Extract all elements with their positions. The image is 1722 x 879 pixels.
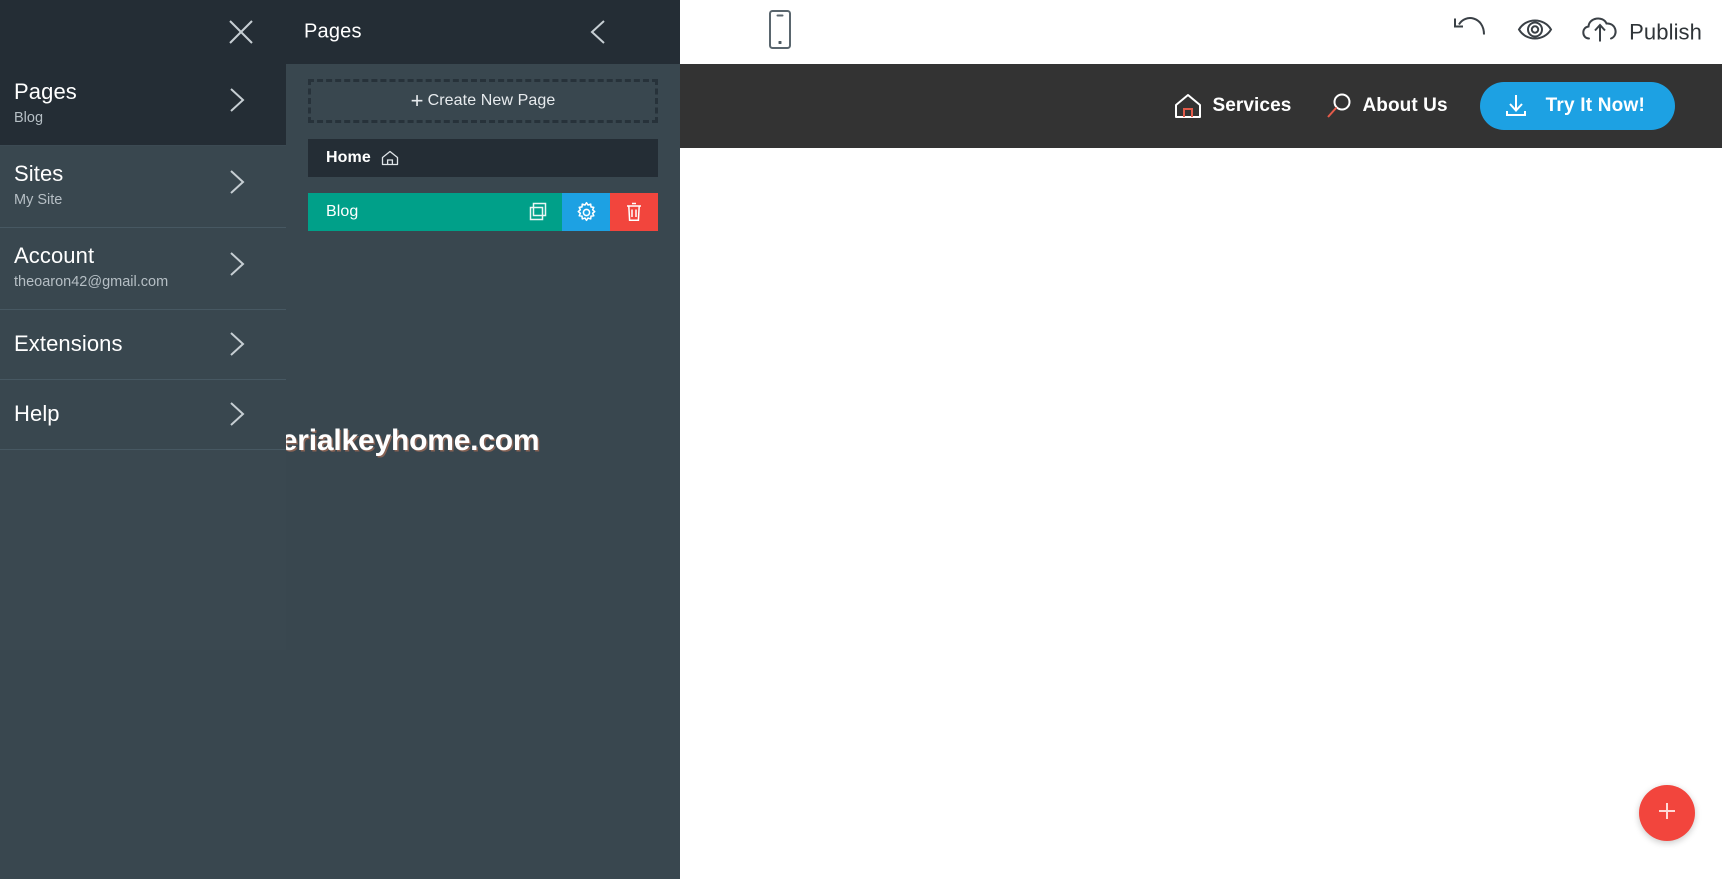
page-settings-button[interactable] xyxy=(562,193,610,231)
home-icon xyxy=(381,150,399,166)
undo-button[interactable] xyxy=(1453,15,1491,50)
cloud-upload-icon xyxy=(1579,14,1623,51)
create-new-page-button[interactable]: + Create New Page xyxy=(308,79,658,123)
eye-icon xyxy=(1515,15,1555,50)
site-builder-app: Pages Blog Sites My Site Account theoaro… xyxy=(0,0,1722,879)
pages-panel-header: Pages xyxy=(286,0,680,64)
duplicate-page-button[interactable] xyxy=(514,193,562,231)
try-it-now-button[interactable]: Try It Now! xyxy=(1479,82,1675,130)
nav-link-services[interactable]: Services xyxy=(1173,92,1291,120)
chevron-right-icon xyxy=(228,250,246,278)
pages-panel-body: + Create New Page Home Blog xyxy=(286,64,680,231)
pages-panel-title: Pages xyxy=(304,20,362,43)
create-new-page-label: Create New Page xyxy=(427,92,556,109)
main-sidebar: Pages Blog Sites My Site Account theoaro… xyxy=(0,0,286,879)
undo-icon xyxy=(1453,15,1491,50)
home-outline-icon xyxy=(1173,92,1203,120)
chevron-left-icon[interactable] xyxy=(589,18,607,46)
chevron-right-icon xyxy=(228,168,246,196)
publish-button[interactable]: Publish xyxy=(1579,14,1702,51)
sidebar-header xyxy=(0,0,286,64)
chevron-right-icon xyxy=(228,86,246,114)
nav-link-label: About Us xyxy=(1362,95,1448,116)
mobile-device-icon[interactable] xyxy=(768,10,792,55)
close-icon[interactable] xyxy=(226,17,256,47)
sidebar-empty-area xyxy=(0,450,286,650)
page-list-item-blog[interactable]: Blog xyxy=(308,193,658,231)
nav-link-label: Services xyxy=(1212,95,1292,116)
search-icon xyxy=(1325,92,1353,120)
page-list-item-home[interactable]: Home xyxy=(308,139,658,177)
main-canvas-area: Publish Services About Us Try It Now! xyxy=(680,0,1722,879)
sidebar-item-help[interactable]: Help xyxy=(0,380,286,450)
sidebar-item-extensions[interactable]: Extensions xyxy=(0,310,286,380)
plus-icon: + xyxy=(410,88,424,113)
chevron-right-icon xyxy=(228,400,246,428)
nav-link-about-us[interactable]: About Us xyxy=(1325,92,1448,120)
cta-label: Try It Now! xyxy=(1545,95,1645,116)
preview-button[interactable] xyxy=(1515,15,1555,50)
publish-label: Publish xyxy=(1629,19,1702,44)
delete-page-button[interactable] xyxy=(610,193,658,231)
page-canvas[interactable] xyxy=(680,148,1722,879)
editor-toolbar: Publish xyxy=(680,0,1722,64)
pages-panel: Pages + Create New Page Home Blog Serial… xyxy=(261,0,680,879)
download-icon xyxy=(1502,93,1530,119)
sidebar-item-pages[interactable]: Pages Blog xyxy=(0,64,286,146)
watermark-text: Serialkeyhome.com xyxy=(261,424,540,457)
page-item-label: Home xyxy=(326,149,371,166)
sidebar-item-sites[interactable]: Sites My Site xyxy=(0,146,286,228)
chevron-right-icon xyxy=(228,330,246,358)
site-preview-nav: Services About Us Try It Now! xyxy=(680,64,1722,148)
plus-icon xyxy=(1654,798,1680,829)
sidebar-item-account[interactable]: Account theoaron42@gmail.com xyxy=(0,228,286,310)
page-item-label: Blog xyxy=(326,203,359,220)
toolbar-actions: Publish xyxy=(1453,14,1702,51)
add-block-button[interactable] xyxy=(1639,785,1695,841)
